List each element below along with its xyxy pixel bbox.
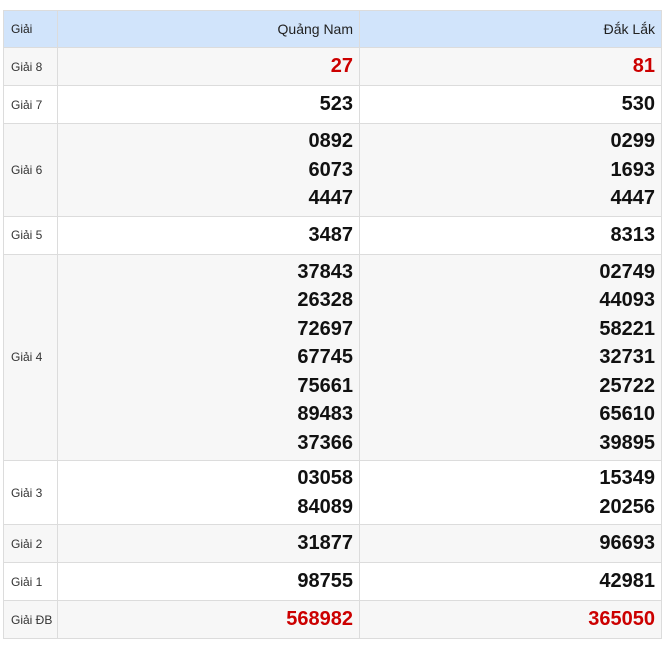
quang-nam-cell: 98755 xyxy=(57,562,360,601)
quang-nam-cell: 27 xyxy=(57,47,360,86)
winning-number: 15349 xyxy=(599,467,655,489)
winning-number: 3487 xyxy=(308,223,354,246)
winning-number: 03058 xyxy=(297,467,353,489)
prize-label: Giải 8 xyxy=(3,47,58,86)
quang-nam-cell: 3487 xyxy=(57,215,360,255)
winning-number: 67745 xyxy=(297,346,353,368)
prize-row: Giải 8 27 81 xyxy=(3,47,662,86)
prize-label: Giải ĐB xyxy=(3,600,58,639)
prize-label: Giải 3 xyxy=(3,460,58,525)
province-header-dak-lak: Đắk Lắk xyxy=(359,10,662,48)
quang-nam-cell: 0892 6073 4447 xyxy=(57,123,360,217)
winning-number: 58221 xyxy=(599,317,655,340)
prize-row: Giải 7 523 530 xyxy=(3,85,662,124)
province-header-quang-nam: Quảng Nam xyxy=(57,10,360,48)
winning-number: 75661 xyxy=(297,374,353,397)
prize-row: Giải 6 0892 6073 4447 0299 1693 4447 xyxy=(3,123,662,217)
prize-row: Giải 3 03058 84089 15349 20256 xyxy=(3,460,662,525)
prize-column-header: Giải xyxy=(3,10,58,48)
dak-lak-cell: 42981 xyxy=(359,562,662,601)
quang-nam-cell: 568982 xyxy=(57,600,360,639)
winning-number: 81 xyxy=(632,55,655,78)
quang-nam-cell: 523 xyxy=(57,85,360,124)
dak-lak-cell: 15349 20256 xyxy=(359,460,662,525)
winning-number: 89483 xyxy=(297,403,353,425)
winning-number: 98755 xyxy=(297,570,353,593)
prize-row: Giải 5 3487 8313 xyxy=(3,215,662,255)
winning-number: 6073 xyxy=(308,158,354,181)
dak-lak-cell: 96693 xyxy=(359,524,662,563)
prize-label: Giải 5 xyxy=(3,215,58,255)
quang-nam-cell: 31877 xyxy=(57,524,360,563)
quang-nam-cell: 03058 84089 xyxy=(57,460,360,525)
lottery-results-table: Giải Quảng Nam Đắk Lắk Giải 8 27 81 Giải 75… xyxy=(3,10,662,639)
dak-lak-cell: 81 xyxy=(359,47,662,86)
winning-number: 27 xyxy=(330,55,353,78)
prize-row: Giải ĐB 568982 365050 xyxy=(3,600,662,639)
winning-number: 96693 xyxy=(599,532,655,555)
winning-number: 1693 xyxy=(610,158,656,181)
prize-row: Giải 1 98755 42981 xyxy=(3,562,662,601)
winning-number: 32731 xyxy=(599,346,655,368)
prize-label: Giải 1 xyxy=(3,562,58,601)
winning-number: 84089 xyxy=(297,495,353,518)
winning-number: 44093 xyxy=(599,289,655,311)
winning-number: 72697 xyxy=(297,317,353,340)
winning-number: 02749 xyxy=(599,260,655,283)
winning-number: 25722 xyxy=(599,374,655,397)
winning-number: 37366 xyxy=(297,431,353,454)
prize-label: Giải 2 xyxy=(3,524,58,563)
dak-lak-cell: 0299 1693 4447 xyxy=(359,123,662,217)
winning-number: 8313 xyxy=(610,223,656,246)
winning-number: 0892 xyxy=(308,130,354,152)
dak-lak-cell: 365050 xyxy=(359,600,662,639)
winning-number: 523 xyxy=(319,93,353,116)
prize-label: Giải 4 xyxy=(3,253,58,461)
winning-number: 530 xyxy=(621,93,655,116)
winning-number: 20256 xyxy=(599,495,655,518)
winning-number: 0299 xyxy=(610,130,656,152)
winning-number: 365050 xyxy=(588,608,655,631)
prize-row: Giải 4 37843 26328 72697 67745 75661 89483 3736… xyxy=(3,253,662,461)
winning-number: 31877 xyxy=(297,532,353,555)
prize-row: Giải 2 31877 96693 xyxy=(3,524,662,563)
winning-number: 568982 xyxy=(286,608,353,631)
winning-number: 26328 xyxy=(297,289,353,311)
header-row: Giải Quảng Nam Đắk Lắk xyxy=(3,10,662,48)
dak-lak-cell: 8313 xyxy=(359,215,662,255)
results-body: Giải 8 27 81 Giải 7 523 530 Giải 6 0892 6073 4447… xyxy=(3,47,662,639)
winning-number: 4447 xyxy=(308,187,354,209)
dak-lak-cell: 530 xyxy=(359,85,662,124)
winning-number: 4447 xyxy=(610,187,656,209)
prize-label: Giải 6 xyxy=(3,123,58,217)
winning-number: 65610 xyxy=(599,403,655,425)
winning-number: 42981 xyxy=(599,570,655,593)
winning-number: 39895 xyxy=(599,431,655,454)
dak-lak-cell: 02749 44093 58221 32731 25722 65610 39895 xyxy=(359,253,662,461)
winning-number: 37843 xyxy=(297,260,353,283)
prize-label: Giải 7 xyxy=(3,85,58,124)
quang-nam-cell: 37843 26328 72697 67745 75661 89483 37366 xyxy=(57,253,360,461)
